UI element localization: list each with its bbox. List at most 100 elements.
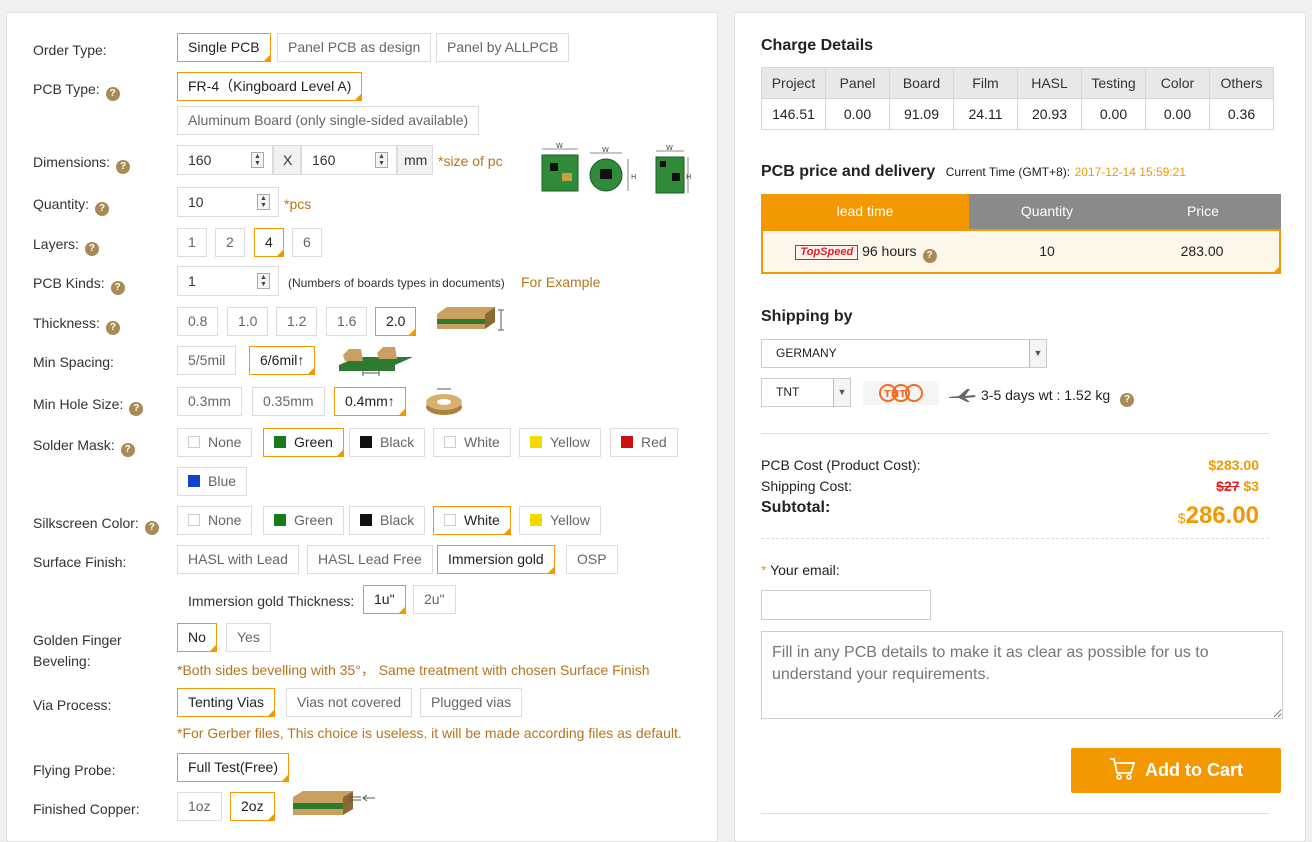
- order-type-panel-design[interactable]: Panel PCB as design: [277, 33, 432, 62]
- delivery-option-row[interactable]: TopSpeed 96 hours? 10 283.00: [761, 229, 1281, 274]
- via-tenting[interactable]: Tenting Vias: [177, 688, 276, 717]
- price-header: Price: [1125, 194, 1281, 229]
- surface-finish-label: Surface Finish:: [33, 554, 127, 570]
- color-swatch-icon: [530, 436, 542, 448]
- via-not-covered[interactable]: Vias not covered: [286, 688, 413, 717]
- solder-mask-none[interactable]: None: [177, 428, 253, 457]
- pcb-kinds-label: PCB Kinds:?: [33, 274, 125, 295]
- silkscreen-green[interactable]: Green: [263, 506, 344, 535]
- for-example-link[interactable]: For Example: [521, 274, 600, 290]
- min-spacing-5-5[interactable]: 5/5mil: [177, 346, 237, 375]
- charge-header: Project: [761, 67, 826, 99]
- pcb-options-panel: Order Type: Single PCB Panel PCB as desi…: [6, 12, 718, 842]
- thickness-2-0[interactable]: 2.0: [375, 307, 417, 336]
- flying-probe-full-test[interactable]: Full Test(Free): [177, 753, 289, 782]
- help-icon[interactable]: ?: [144, 521, 159, 535]
- hole-diagram-icon: [424, 385, 464, 422]
- help-icon[interactable]: ?: [129, 402, 144, 416]
- svg-text:W: W: [556, 143, 563, 150]
- layers-option-4[interactable]: 4: [254, 228, 284, 257]
- help-icon[interactable]: ?: [110, 281, 125, 295]
- order-type-single-pcb[interactable]: Single PCB: [177, 33, 271, 62]
- thickness-1-0[interactable]: 1.0: [227, 307, 269, 336]
- spinner-arrows-icon[interactable]: ▲ ▼: [257, 194, 270, 210]
- help-icon[interactable]: ?: [105, 321, 120, 335]
- pcb-type-aluminum[interactable]: Aluminum Board (only single-sided availa…: [177, 106, 480, 135]
- tnt-logo-letter: TNT: [884, 389, 906, 400]
- order-type-panel-allpcb[interactable]: Panel by ALLPCB: [436, 33, 570, 62]
- spinner-arrows-icon[interactable]: ▲ ▼: [251, 152, 264, 168]
- via-plugged[interactable]: Plugged vias: [420, 688, 523, 717]
- surface-hasl-lead[interactable]: HASL with Lead: [177, 545, 299, 574]
- current-time-label: Current Time (GMT+8):: [945, 165, 1071, 179]
- golden-finger-yes[interactable]: Yes: [226, 623, 271, 652]
- svg-text:H: H: [686, 173, 691, 181]
- carrier-select[interactable]: TNT ▼: [761, 378, 851, 407]
- solder-mask-red[interactable]: Red: [610, 428, 678, 457]
- solder-mask-black[interactable]: Black: [349, 428, 426, 457]
- quantity-input[interactable]: 10 ▲ ▼: [177, 187, 279, 217]
- min-hole-0-35[interactable]: 0.35mm: [252, 387, 325, 416]
- min-hole-0-4[interactable]: 0.4mm↑: [334, 387, 406, 416]
- country-select[interactable]: GERMANY ▼: [761, 339, 1047, 368]
- email-input[interactable]: [761, 590, 931, 620]
- layers-option-2[interactable]: 2: [215, 228, 245, 257]
- charge-header: Panel: [825, 67, 890, 99]
- solder-mask-white[interactable]: White: [433, 428, 511, 457]
- solder-mask-blue[interactable]: Blue: [177, 467, 248, 496]
- dimension-x-separator: X: [273, 145, 301, 175]
- charge-value: 24.11: [953, 98, 1018, 130]
- charge-header: HASL: [1017, 67, 1082, 99]
- add-to-cart-button[interactable]: Add to Cart: [1071, 748, 1281, 793]
- surface-osp[interactable]: OSP: [566, 545, 618, 574]
- help-icon[interactable]: ?: [105, 87, 120, 101]
- dimension-height-input[interactable]: 160 ▲ ▼: [301, 145, 397, 175]
- copper-2oz[interactable]: 2oz: [230, 792, 275, 821]
- help-icon[interactable]: ?: [116, 160, 131, 174]
- silkscreen-yellow[interactable]: Yellow: [519, 506, 601, 535]
- help-icon[interactable]: ?: [95, 202, 110, 216]
- silkscreen-white[interactable]: White: [433, 506, 511, 535]
- dimension-width-input[interactable]: 160 ▲ ▼: [177, 145, 273, 175]
- quantity-cell: 10: [1039, 243, 1055, 259]
- solder-mask-yellow[interactable]: Yellow: [519, 428, 601, 457]
- layers-option-6[interactable]: 6: [292, 228, 322, 257]
- spacing-diagram-icon: [337, 343, 419, 382]
- pcb-type-fr4[interactable]: FR-4（Kingboard Level A): [177, 72, 363, 101]
- svg-text:W: W: [602, 146, 609, 154]
- color-swatch-icon: [444, 436, 456, 448]
- min-spacing-6-6[interactable]: 6/6mil↑: [249, 346, 316, 375]
- golden-finger-no[interactable]: No: [177, 623, 217, 652]
- golden-finger-note: *Both sides bevelling with 35°， Same tre…: [177, 662, 650, 678]
- color-swatch-icon: [621, 436, 633, 448]
- layers-option-1[interactable]: 1: [177, 228, 207, 257]
- help-icon[interactable]: ?: [922, 249, 937, 263]
- charge-details-table: Project Panel Board Film HASL Testing Co…: [761, 67, 1274, 130]
- silkscreen-black[interactable]: Black: [349, 506, 426, 535]
- thickness-1-6[interactable]: 1.6: [326, 307, 368, 336]
- spinner-arrows-icon[interactable]: ▲ ▼: [375, 152, 388, 168]
- min-hole-0-3[interactable]: 0.3mm: [177, 387, 242, 416]
- via-process-note: *For Gerber files, This choice is useles…: [177, 725, 682, 741]
- copper-1oz[interactable]: 1oz: [177, 792, 222, 821]
- price-header-row: lead time Quantity Price: [761, 194, 1281, 229]
- surface-hasl-lead-free[interactable]: HASL Lead Free: [307, 545, 433, 574]
- gold-thickness-2u[interactable]: 2u": [413, 585, 456, 614]
- solder-mask-green[interactable]: Green: [263, 428, 344, 457]
- svg-text:W: W: [666, 144, 673, 152]
- flying-probe-label: Flying Probe:: [33, 762, 116, 778]
- gold-thickness-1u[interactable]: 1u": [363, 585, 406, 614]
- surface-immersion-gold[interactable]: Immersion gold: [437, 545, 555, 574]
- pcb-details-textarea[interactable]: [761, 631, 1283, 719]
- current-time-value: 2017-12-14 15:59:21: [1074, 165, 1186, 179]
- help-icon[interactable]: ?: [1120, 393, 1135, 407]
- help-icon[interactable]: ?: [120, 443, 135, 457]
- divider: [761, 813, 1269, 814]
- spinner-arrows-icon[interactable]: ▲ ▼: [257, 273, 270, 289]
- silkscreen-none[interactable]: None: [177, 506, 253, 535]
- pcb-kinds-input[interactable]: 1 ▲ ▼: [177, 266, 279, 296]
- thickness-0-8[interactable]: 0.8: [177, 307, 219, 336]
- help-icon[interactable]: ?: [84, 242, 99, 256]
- price-delivery-title: PCB price and delivery Current Time (GMT…: [761, 163, 1186, 180]
- thickness-1-2[interactable]: 1.2: [276, 307, 318, 336]
